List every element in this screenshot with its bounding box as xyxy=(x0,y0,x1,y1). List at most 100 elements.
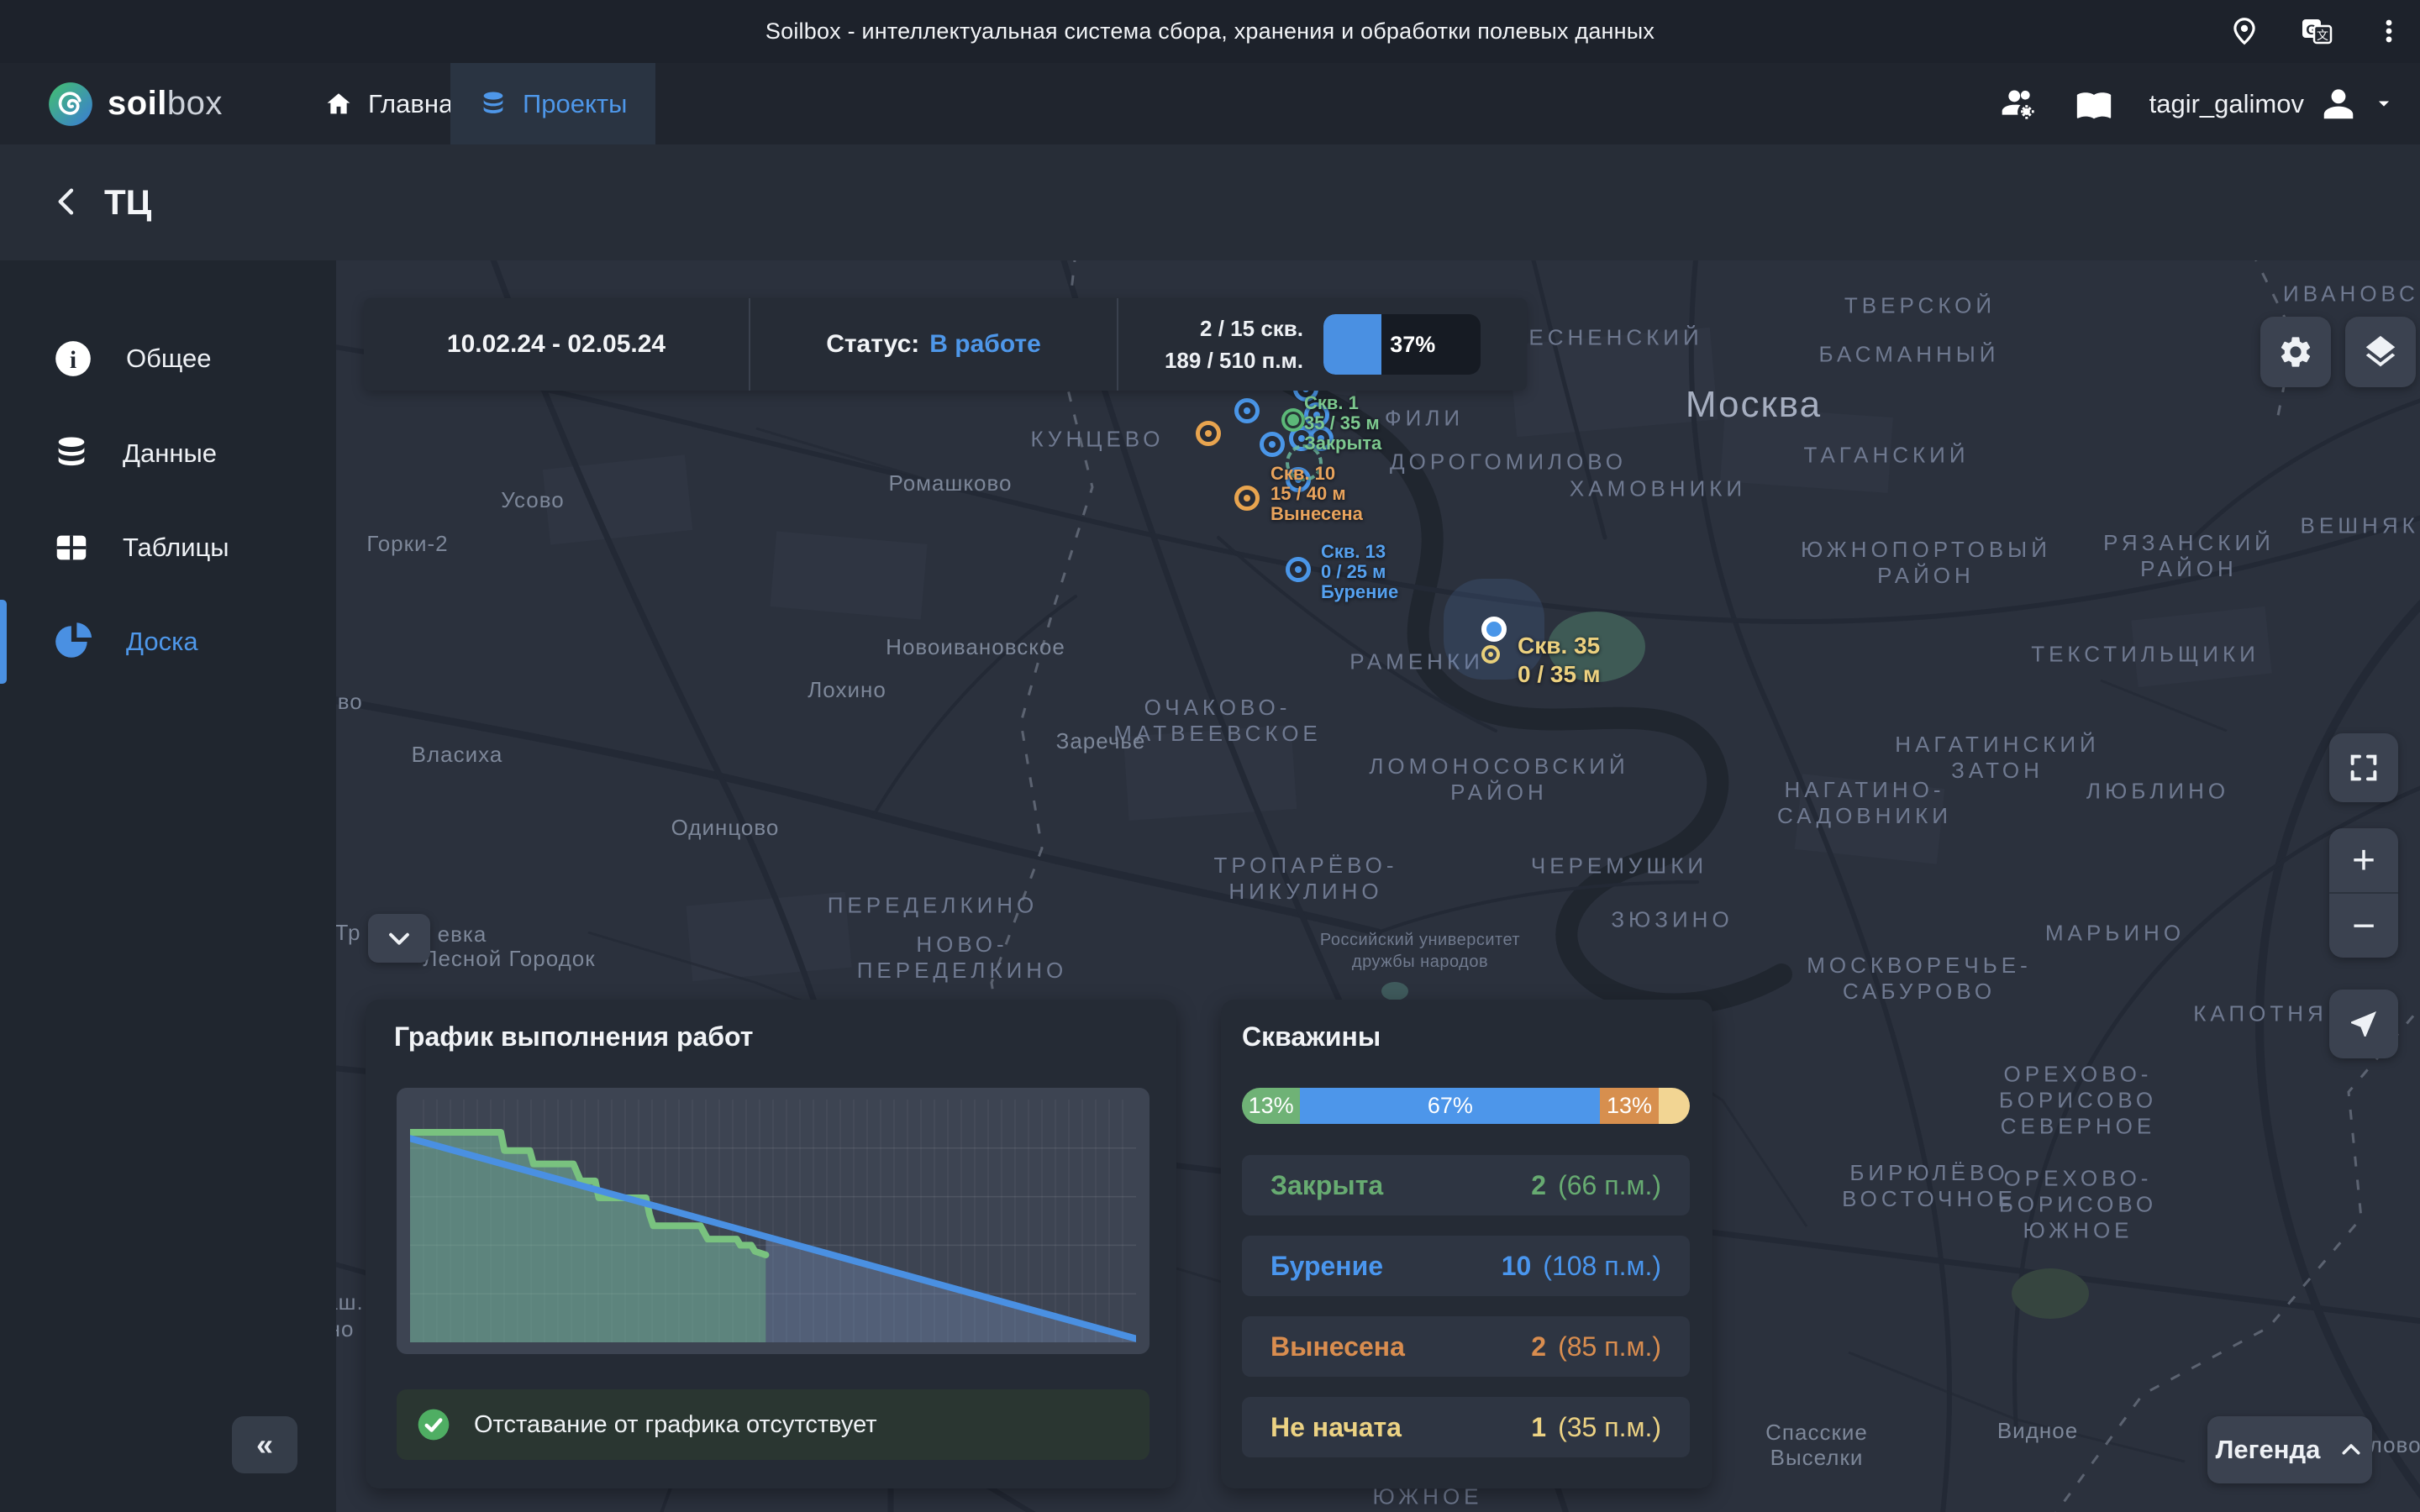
status-label: Статус: xyxy=(826,330,919,359)
row-label: Закрыта xyxy=(1270,1170,1383,1201)
well-callout: Скв. 10 15 / 40 м Вынесена xyxy=(1270,464,1363,524)
well-callout: Скв. 1 35 / 35 м Закрыта xyxy=(1304,393,1381,454)
app-title: Soilbox - интеллектуальная система сбора… xyxy=(0,0,2420,63)
top-bar: Soilbox - интеллектуальная система сбора… xyxy=(0,0,2420,63)
zoom-out-button[interactable]: − xyxy=(2329,894,2398,958)
bar-segment: 67% xyxy=(1300,1088,1600,1124)
sidebar-item-data[interactable]: Данные xyxy=(0,412,336,496)
pie-chart-icon xyxy=(52,621,94,663)
collapse-sidebar-button[interactable]: « xyxy=(232,1416,297,1473)
row-count: 2 xyxy=(1531,1170,1546,1200)
well-status-row: Закрыта 2 (66 п.м.) xyxy=(1242,1155,1690,1215)
row-count: 2 xyxy=(1531,1331,1546,1362)
back-button[interactable] xyxy=(40,175,94,228)
home-icon xyxy=(324,90,353,118)
info-icon: i xyxy=(52,338,94,380)
collapse-sidebar-icon: « xyxy=(256,1427,273,1462)
sidebar-item-tables[interactable]: Таблицы xyxy=(0,506,336,590)
row-count: 1 xyxy=(1531,1412,1546,1442)
date-range: 10.02.24 - 02.05.24 xyxy=(364,298,749,391)
user-avatar-icon xyxy=(2319,85,2358,123)
sidebar-item-general[interactable]: i Общее xyxy=(0,317,336,401)
sidebar-item-label: Таблицы xyxy=(123,533,229,563)
svg-text:i: i xyxy=(70,347,76,374)
row-count: 10 xyxy=(1502,1251,1532,1281)
wells-count: 2 / 15 скв. xyxy=(1165,312,1303,344)
gear-icon xyxy=(2277,333,2314,370)
counts: 2 / 15 скв. 189 / 510 п.м. xyxy=(1165,312,1303,376)
status-field: Статус: В работе xyxy=(750,298,1117,391)
sidebar: i Общее Данные Таблицы Доска xyxy=(0,260,336,1512)
well-status-row: Вынесена 2 (85 п.м.) xyxy=(1242,1316,1690,1377)
database-icon xyxy=(52,434,91,473)
row-label: Вынесена xyxy=(1270,1331,1405,1362)
kebab-menu-icon[interactable] xyxy=(2370,12,2408,50)
panel-title: Скважины xyxy=(1242,1021,1381,1053)
page-title: ТЦ xyxy=(104,144,151,260)
map-layers-button[interactable] xyxy=(2345,317,2416,387)
bar-segment: 13% xyxy=(1242,1088,1300,1124)
location-pin-icon[interactable] xyxy=(2225,12,2264,50)
locate-button[interactable] xyxy=(2329,990,2398,1058)
check-icon xyxy=(415,1406,452,1443)
schedule-status-text: Отставание от графика отсутствует xyxy=(474,1411,877,1439)
nav-item-projects[interactable]: Проекты xyxy=(450,63,655,144)
panel-title: График выполнения работ xyxy=(394,1021,753,1053)
progress-bar: 37% xyxy=(1323,314,1481,375)
row-meters: (35 п.м.) xyxy=(1558,1412,1661,1442)
zoom-in-button[interactable]: + xyxy=(2329,828,2398,892)
brand-bold: soil xyxy=(108,85,167,122)
users-settings-icon[interactable] xyxy=(2000,85,2039,123)
chevron-down-icon xyxy=(385,924,413,953)
sidebar-item-label: Данные xyxy=(123,438,217,469)
zoom-controls: + − xyxy=(2329,828,2398,958)
fullscreen-button[interactable] xyxy=(2329,733,2398,802)
row-meters: (66 п.м.) xyxy=(1558,1170,1661,1200)
row-meters: (85 п.м.) xyxy=(1558,1331,1661,1362)
svg-text:文: 文 xyxy=(2317,29,2328,42)
nav-item-label: Проекты xyxy=(523,89,627,119)
brand-light: box xyxy=(167,85,223,122)
well-callout: Скв. 13 0 / 25 м Бурение xyxy=(1321,542,1398,602)
legend-label: Легенда xyxy=(2216,1435,2321,1465)
bar-segment xyxy=(1659,1088,1690,1124)
chevron-up-icon xyxy=(2338,1437,2364,1462)
progress-fill xyxy=(1323,314,1381,375)
username-label: tagir_galimov xyxy=(2149,89,2304,119)
bar-segment: 13% xyxy=(1600,1088,1658,1124)
sidebar-item-board[interactable]: Доска xyxy=(0,600,336,684)
wells-panel: Скважины 13%67%13% Закрыта 2 (66 п.м.) Бу… xyxy=(1221,1000,1712,1488)
project-status-card: 10.02.24 - 02.05.24 Статус: В работе 2 /… xyxy=(364,298,1527,391)
active-indicator xyxy=(0,600,7,684)
row-label: Не начата xyxy=(1270,1412,1402,1443)
user-menu[interactable]: tagir_galimov xyxy=(2149,85,2395,123)
book-icon[interactable] xyxy=(2075,86,2112,123)
collapse-status-card-button[interactable] xyxy=(368,914,430,963)
row-label: Бурение xyxy=(1270,1251,1383,1282)
sidebar-item-label: Общее xyxy=(126,344,212,374)
nav-bar: soilbox Главная Проекты xyxy=(0,63,2420,144)
page-header: ТЦ Импорт из файла Экспорт данных xyxy=(0,144,2420,260)
sidebar-item-label: Доска xyxy=(126,627,198,657)
meters-count: 189 / 510 п.м. xyxy=(1165,344,1303,376)
well-status-row: Бурение 10(108 п.м.) xyxy=(1242,1236,1690,1296)
soilbox-logo-icon xyxy=(47,81,94,128)
status-value: В работе xyxy=(929,330,1041,359)
well-status-row: Не начата 1 (35 п.м.) xyxy=(1242,1397,1690,1457)
table-icon xyxy=(52,528,91,567)
progress-percent: 37% xyxy=(1390,314,1435,375)
fullscreen-icon xyxy=(2347,751,2381,785)
progress-field: 2 / 15 скв. 189 / 510 п.м. 37% xyxy=(1118,298,1527,391)
locate-icon xyxy=(2347,1007,2381,1041)
translate-icon[interactable]: G 文 xyxy=(2297,12,2336,50)
chevron-down-icon xyxy=(2373,93,2395,115)
map-settings-button[interactable] xyxy=(2260,317,2331,387)
wells-distribution-bar: 13%67%13% xyxy=(1242,1088,1690,1124)
legend-button[interactable]: Легенда xyxy=(2207,1416,2372,1483)
chart-plot xyxy=(410,1100,1136,1342)
work-schedule-panel: График выполнения работ Отставание от гр… xyxy=(366,1000,1176,1488)
schedule-status: Отставание от графика отсутствует xyxy=(397,1389,1150,1460)
schedule-chart xyxy=(397,1088,1150,1354)
soilbox-logo[interactable]: soilbox xyxy=(47,63,223,144)
well-callout: Скв. 35 0 / 35 м xyxy=(1518,632,1601,689)
